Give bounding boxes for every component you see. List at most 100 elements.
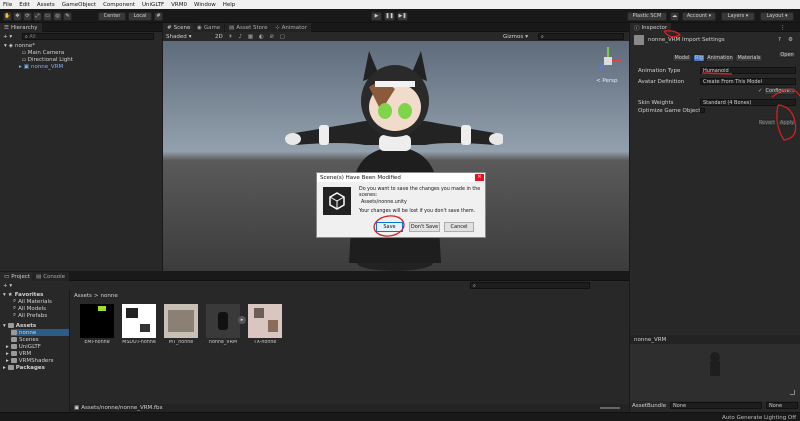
- animation-type-dropdown[interactable]: Humanoid: [700, 67, 796, 74]
- scene-tab-icon: #: [167, 24, 172, 31]
- scale-tool-icon[interactable]: ⤢: [33, 11, 42, 21]
- step-button[interactable]: ▶❚: [397, 11, 408, 21]
- avatar-definition-dropdown[interactable]: Create From This Model: [700, 78, 796, 85]
- breadcrumb-nonne[interactable]: nonne: [101, 293, 118, 299]
- asset-thumb-msdut[interactable]: [122, 304, 156, 338]
- scene-search-input[interactable]: ⌕: [538, 33, 624, 40]
- tree-item-vrm[interactable]: ▸ VRM: [6, 350, 31, 357]
- hierarchy-item-main-camera[interactable]: ▫ Main Camera: [22, 49, 64, 56]
- tab-console[interactable]: ▤ Console: [32, 272, 70, 281]
- menu-edit[interactable]: Edit: [19, 2, 30, 8]
- open-button[interactable]: Open: [778, 51, 796, 58]
- apply-button[interactable]: Apply: [778, 119, 796, 126]
- tree-item-unigltf[interactable]: ▸ UniGLTF: [6, 343, 41, 350]
- help-icon[interactable]: ?: [778, 36, 781, 43]
- skin-weights-dropdown[interactable]: Standard (4 Bones): [700, 99, 796, 106]
- rotate-tool-icon[interactable]: ⟳: [23, 11, 32, 21]
- asset-bundle-variant-dropdown[interactable]: None: [766, 402, 798, 409]
- menu-unigltf[interactable]: UniGLTF: [142, 2, 164, 8]
- menu-vrm0[interactable]: VRM0: [171, 2, 187, 8]
- pivot-local-toggle[interactable]: Local: [128, 11, 152, 21]
- close-icon[interactable]: ✕: [475, 174, 484, 181]
- packages-row[interactable]: ▸ Packages: [3, 364, 45, 371]
- tab-project[interactable]: ▭ Project: [0, 272, 35, 281]
- tab-inspector[interactable]: ⓘ Inspector: [630, 23, 672, 32]
- favorites-row[interactable]: ▾ ★ Favorites: [3, 291, 43, 298]
- tab-materials[interactable]: Materials: [735, 54, 763, 62]
- revert-button[interactable]: Revert: [758, 119, 776, 126]
- preview-header: nonne_VRM: [630, 335, 800, 344]
- hierarchy-item-nonne-vrm[interactable]: ▸ ▣ nonne_VRM: [19, 63, 63, 70]
- layout-dropdown[interactable]: Layout ▾: [760, 11, 794, 21]
- asset-thumb-tx[interactable]: [248, 304, 282, 338]
- tree-item-vrmshaders[interactable]: ▸ VRMShaders: [6, 357, 53, 364]
- cloud-icon[interactable]: ☁: [670, 11, 679, 21]
- tab-asset-store[interactable]: ▤ Asset Store: [225, 23, 272, 32]
- layers-dropdown[interactable]: Layers ▾: [721, 11, 755, 21]
- scene-view-toggles[interactable]: ☀ ♪ ▦ ◐ ⊘ ▢: [228, 33, 287, 40]
- menu-assets[interactable]: Assets: [37, 2, 55, 8]
- thumbnail-size-slider[interactable]: [600, 407, 620, 409]
- assets-row[interactable]: ▾ Assets: [3, 322, 36, 329]
- settings-gear-icon[interactable]: ⚙: [788, 36, 793, 43]
- projection-label[interactable]: < Persp: [596, 77, 617, 84]
- menu-help[interactable]: Help: [223, 2, 236, 8]
- tab-model[interactable]: Model: [672, 54, 692, 62]
- fav-item-label: All Materials: [18, 298, 52, 305]
- resize-handle-icon[interactable]: [790, 390, 795, 395]
- fav-item-all-models[interactable]: ⌕ All Models: [13, 305, 46, 312]
- menu-gameobject[interactable]: GameObject: [62, 2, 96, 8]
- hierarchy-add-button[interactable]: + ▾: [3, 33, 12, 40]
- hierarchy-item-directional-light[interactable]: ▫ Directional Light: [22, 56, 73, 63]
- optimize-checkbox[interactable]: [700, 108, 705, 113]
- save-button[interactable]: Save: [376, 222, 403, 232]
- tab-rig[interactable]: Rig: [693, 54, 705, 62]
- hierarchy-scene-row[interactable]: ▾ ◈ nonne*: [4, 42, 35, 49]
- gizmos-dropdown[interactable]: Gizmos ▾: [503, 33, 528, 40]
- 2d-toggle[interactable]: 2D: [215, 33, 223, 40]
- custom-tool-icon[interactable]: ✎: [63, 11, 72, 21]
- menu-file[interactable]: File: [3, 2, 12, 8]
- move-tool-icon[interactable]: ✥: [13, 11, 22, 21]
- menu-window[interactable]: Window: [194, 2, 216, 8]
- rect-tool-icon[interactable]: ▭: [43, 11, 52, 21]
- play-button[interactable]: ▶: [371, 11, 382, 21]
- configure-button[interactable]: Configure...: [764, 87, 796, 95]
- transform-tool-icon[interactable]: ◎: [53, 11, 62, 21]
- fav-item-all-materials[interactable]: ⌕ All Materials: [13, 298, 52, 305]
- tab-animation[interactable]: Animation: [706, 54, 734, 62]
- expand-arrow-icon: ▾: [4, 42, 7, 49]
- model-preview[interactable]: [630, 344, 800, 401]
- account-dropdown[interactable]: Account ▾: [682, 11, 716, 21]
- cancel-button[interactable]: Cancel: [444, 222, 474, 232]
- asset-bundle-dropdown[interactable]: None: [670, 402, 762, 409]
- shading-mode-dropdown[interactable]: Shaded ▾: [166, 33, 191, 40]
- tab-game[interactable]: ◉ Game: [193, 23, 225, 32]
- assets-label: Assets: [15, 322, 37, 329]
- inspector-menu-icon[interactable]: ⋮: [780, 24, 786, 31]
- asset-thumb-mt[interactable]: [164, 304, 198, 338]
- hierarchy-search-input[interactable]: ⌕ All: [22, 33, 154, 40]
- grid-snap-icon[interactable]: #: [154, 11, 163, 21]
- tree-item-scenes[interactable]: Scenes: [11, 336, 39, 343]
- tab-scene[interactable]: # Scene: [163, 23, 195, 32]
- project-add-button[interactable]: + ▾: [3, 282, 12, 289]
- project-search-input[interactable]: ⌕: [470, 282, 590, 289]
- orientation-gizmo-icon[interactable]: [591, 44, 625, 78]
- skin-weights-value: Standard (4 Bones): [703, 99, 752, 106]
- fav-item-all-prefabs[interactable]: ⌕ All Prefabs: [13, 312, 47, 319]
- tab-hierarchy[interactable]: ☰ Hierarchy: [0, 23, 42, 32]
- menu-component[interactable]: Component: [103, 2, 135, 8]
- pause-button[interactable]: ❚❚: [384, 11, 395, 21]
- asset-thumb-nonne-vrm[interactable]: [206, 304, 240, 338]
- hand-tool-icon[interactable]: ✋: [3, 11, 12, 21]
- dont-save-button[interactable]: Don't Save: [409, 222, 440, 232]
- expand-asset-icon[interactable]: ▸: [238, 316, 246, 324]
- asset-thumb-emi[interactable]: [80, 304, 114, 338]
- pivot-center-toggle[interactable]: Center: [98, 11, 126, 21]
- tree-item-nonne[interactable]: nonne: [11, 329, 69, 336]
- unity-logo-icon: [323, 187, 351, 215]
- breadcrumb-assets[interactable]: Assets: [74, 293, 92, 299]
- tab-animator[interactable]: ⊹ Animator: [271, 23, 311, 32]
- plastic-scm-button[interactable]: Plastic SCM: [627, 11, 667, 21]
